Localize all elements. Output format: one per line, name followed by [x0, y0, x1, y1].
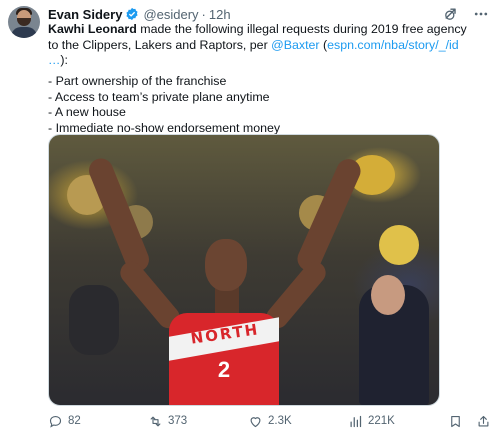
- article-link-ellipsis[interactable]: …: [48, 53, 60, 67]
- list-item: - Access to team’s private plane anytime: [48, 89, 270, 104]
- bookmark-icon: [451, 415, 460, 427]
- like-button[interactable]: 2.3K: [248, 414, 292, 429]
- post-photo[interactable]: NORTH 2: [48, 134, 440, 406]
- grok-icon[interactable]: [442, 6, 460, 22]
- reply-icon: [49, 415, 62, 428]
- post-text-line2: to the Clippers, Lakers and Raptors, per: [48, 37, 272, 52]
- tweet[interactable]: Evan Sidery @esidery · 12h Kawhi Leonard…: [0, 0, 500, 440]
- post-text-line1: made the following illegal requests duri…: [136, 22, 467, 36]
- player-head: [205, 239, 247, 291]
- paren-close: ):: [60, 53, 68, 67]
- photographer: [69, 285, 119, 355]
- suited-man-head: [371, 275, 405, 315]
- article-link[interactable]: espn.com/nba/story/_/id: [327, 38, 459, 52]
- reply-count: 82: [68, 415, 81, 427]
- views-button[interactable]: 221K: [348, 414, 395, 429]
- header-actions: [442, 6, 490, 22]
- tweet-header: Evan Sidery @esidery · 12h: [48, 6, 231, 22]
- share-icon: [478, 415, 489, 426]
- author-name[interactable]: Evan Sidery: [48, 7, 122, 22]
- post-time[interactable]: 12h: [209, 7, 231, 22]
- views-icon: [350, 415, 362, 427]
- paren-open: (: [319, 37, 328, 52]
- request-list: - Part ownership of the franchise - Acce…: [48, 74, 468, 136]
- mention-baxter[interactable]: @Baxter: [271, 38, 319, 52]
- view-count: 221K: [368, 415, 395, 427]
- repost-count: 373: [168, 415, 188, 427]
- separator-dot: ·: [201, 6, 206, 22]
- list-item: - Part ownership of the franchise: [48, 74, 227, 88]
- author-avatar[interactable]: [8, 6, 40, 38]
- like-icon: [250, 416, 261, 427]
- mention-kawhi: Kawhi Leonard: [48, 22, 137, 36]
- jersey-number: 2: [217, 357, 231, 382]
- like-count: 2.3K: [268, 415, 292, 427]
- verified-icon: [126, 7, 138, 21]
- action-bar: 82 373 2.3K 221K: [48, 412, 494, 430]
- author-handle[interactable]: @esidery: [143, 7, 198, 22]
- crowd-figure: [379, 225, 419, 265]
- repost-button[interactable]: 373: [148, 414, 187, 429]
- reply-button[interactable]: 82: [48, 414, 81, 429]
- repost-icon: [150, 416, 161, 426]
- share-button[interactable]: [476, 414, 491, 429]
- more-icon[interactable]: [472, 6, 490, 22]
- bookmark-button[interactable]: [448, 414, 463, 429]
- list-item: - A new house: [48, 105, 126, 119]
- post-text: Kawhi Leonard made the following illegal…: [48, 22, 494, 69]
